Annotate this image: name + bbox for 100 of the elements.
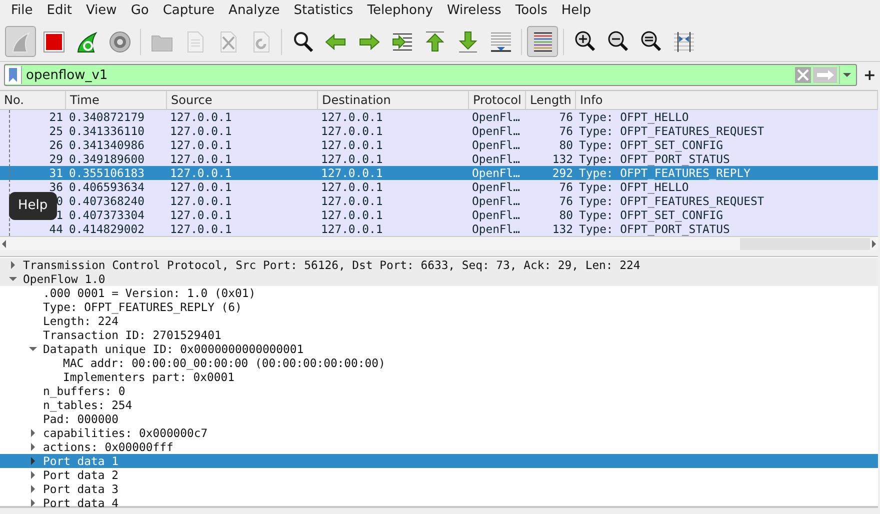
- table-cell-text: 0.341336110: [68, 124, 146, 138]
- column-header[interactable]: Info: [576, 91, 878, 109]
- menu-item[interactable]: Analyze: [222, 1, 287, 21]
- tree-item[interactable]: Type: OFPT_FEATURES_REPLY (6): [0, 300, 878, 314]
- table-cell-text: OpenFl…: [471, 110, 522, 124]
- table-cell-text: 0.349189600: [68, 152, 146, 166]
- column-header[interactable]: No.: [0, 91, 66, 109]
- column-header[interactable]: Time: [66, 91, 167, 109]
- table-cell-text: Type: OFPT_SET_CONFIG: [578, 208, 724, 222]
- tree-item[interactable]: n_buffers: 0: [0, 384, 878, 398]
- tree-item[interactable]: Port data 1: [0, 454, 878, 468]
- menu-item[interactable]: Tools: [508, 1, 554, 21]
- packet-row[interactable]: 29 0.349189600 127.0.0.1 127.0.0.1 OpenFl… 132 Type: OFPT_PORT_STATUS: [0, 152, 878, 166]
- tree-item[interactable]: Datapath unique ID: 0x0000000000000001: [0, 342, 878, 356]
- tree-item[interactable]: n_tables: 254: [0, 398, 878, 412]
- table-cell-text: OpenFl…: [471, 138, 522, 152]
- menu-item[interactable]: Go: [124, 1, 156, 21]
- resize-columns-icon: [672, 30, 696, 54]
- table-cell-text: OpenFl…: [471, 194, 522, 208]
- tree-item[interactable]: Port data 2: [0, 468, 878, 482]
- tree-item[interactable]: Length: 224: [0, 314, 878, 328]
- tree-item[interactable]: OpenFlow 1.0: [0, 272, 878, 286]
- expand-arrow-icon[interactable]: [29, 429, 37, 437]
- zoom-in-icon: [572, 30, 596, 54]
- right-arrow-icon: [815, 67, 836, 83]
- table-cell-text: Type: OFPT_SET_CONFIG: [578, 138, 724, 152]
- packet-row[interactable]: 26 0.341340986 127.0.0.1 127.0.0.1 OpenFl… 80 Type: OFPT_SET_CONFIG: [0, 138, 878, 152]
- menu-item[interactable]: Edit: [40, 1, 79, 21]
- table-cell-text: 0.340872179: [68, 110, 146, 124]
- packet-row[interactable]: 36 0.406593634 127.0.0.1 127.0.0.1 OpenFl… 76 Type: OFPT_HELLO: [0, 180, 878, 194]
- tree-item[interactable]: Implementers part: 0x0001: [0, 370, 878, 384]
- table-cell-text: 0.407368240: [68, 194, 146, 208]
- table-cell-text: 76: [558, 180, 574, 194]
- table-cell-text: OpenFl…: [471, 222, 522, 236]
- table-cell-text: 1: [55, 208, 64, 222]
- menu-item[interactable]: File: [4, 1, 40, 21]
- column-header[interactable]: Source: [167, 91, 318, 109]
- collapse-arrow-icon[interactable]: [29, 345, 37, 353]
- menu-item[interactable]: Telephony: [360, 1, 440, 21]
- table-cell-text: 25: [48, 124, 64, 138]
- table-cell-text: 76: [558, 194, 574, 208]
- stop-icon: [42, 30, 66, 54]
- table-cell-text: 0.407373304: [68, 208, 146, 222]
- tree-item[interactable]: actions: 0x00000fff: [0, 440, 878, 454]
- packet-row[interactable]: 25 0.341336110 127.0.0.1 127.0.0.1 OpenFl… 76 Type: OFPT_FEATURES_REQUEST: [0, 124, 878, 138]
- menu-item[interactable]: Wireless: [440, 1, 508, 21]
- display-filter-field[interactable]: openflow_v1: [4, 64, 858, 86]
- expand-arrow-icon[interactable]: [29, 499, 37, 507]
- table-cell-text: Type: OFPT_FEATURES_REQUEST: [578, 124, 766, 138]
- tree-item[interactable]: MAC addr: 00:00:00_00:00:00 (00:00:00:00:00:00): [0, 356, 878, 370]
- expand-arrow-icon[interactable]: [29, 485, 37, 493]
- tree-item[interactable]: Port data 4: [0, 496, 878, 510]
- input-field[interactable]: openflow_v1: [24, 66, 794, 84]
- table-cell-text: 127.0.0.1: [320, 208, 384, 222]
- table-cell-text: 127.0.0.1: [320, 166, 384, 180]
- zoom-reset-icon: [638, 30, 662, 54]
- table-cell-text: 80: [558, 138, 574, 152]
- horizontal-scrollbar[interactable]: [0, 236, 878, 250]
- add-button[interactable]: +: [863, 66, 876, 84]
- close-icon: [795, 67, 812, 83]
- table-cell-text: 44: [48, 222, 64, 236]
- tree-item[interactable]: .000 0001 = Version: 1.0 (0x01): [0, 286, 878, 300]
- right-arrow-icon: [870, 238, 878, 248]
- column-header[interactable]: Destination: [318, 91, 469, 109]
- packet-row[interactable]: 44 0.414829002 127.0.0.1 127.0.0.1 OpenFl… 132 Type: OFPT_PORT_STATUS: [0, 222, 878, 236]
- menu-item[interactable]: Help: [554, 1, 598, 21]
- expand-arrow-icon[interactable]: [29, 443, 37, 451]
- table-cell-text: 36: [48, 180, 64, 194]
- table-cell-text: Type: OFPT_FEATURES_REQUEST: [578, 194, 766, 208]
- expand-arrow-icon[interactable]: [29, 457, 37, 465]
- packet-row[interactable]: 21 0.340872179 127.0.0.1 127.0.0.1 OpenFl… 76 Type: OFPT_HELLO: [0, 110, 878, 124]
- table-cell-text: Type: OFPT_HELLO: [578, 110, 690, 124]
- column-header[interactable]: Length: [526, 91, 576, 109]
- tree-item[interactable]: Transaction ID: 2701529401: [0, 328, 878, 342]
- dropdown-caret-icon[interactable]: [843, 73, 852, 77]
- table-cell-text: 80: [558, 208, 574, 222]
- tree-item[interactable]: Pad: 000000: [0, 412, 878, 426]
- table-cell-text: 127.0.0.1: [169, 222, 233, 236]
- table-cell-text: 0.341340986: [68, 138, 146, 152]
- menu-item[interactable]: Statistics: [286, 1, 360, 21]
- gear-icon: [108, 30, 132, 54]
- table-cell-text: 127.0.0.1: [320, 222, 384, 236]
- table-cell-text: 127.0.0.1: [169, 208, 233, 222]
- tree-item[interactable]: Transmission Control Protocol, Src Port: 56126, Dst Port: 6633, Seq: 73, Ack: 29, Len: 224: [0, 258, 878, 272]
- toolbar-button[interactable]: [527, 26, 558, 57]
- table-cell-text: Type: OFPT_PORT_STATUS: [578, 222, 731, 236]
- table-cell-text: 0: [55, 194, 64, 208]
- menu-item[interactable]: View: [78, 1, 124, 21]
- tree-item[interactable]: capabilities: 0x000000c7: [0, 426, 878, 440]
- table-cell-text: 127.0.0.1: [169, 194, 233, 208]
- expand-arrow-icon[interactable]: [29, 471, 37, 479]
- expand-arrow-icon[interactable]: [9, 261, 17, 269]
- collapse-arrow-icon[interactable]: [9, 275, 17, 283]
- table-cell-text: 127.0.0.1: [320, 180, 384, 194]
- tree-item[interactable]: Port data 3: [0, 482, 878, 496]
- packet-row[interactable]: 31 0.355106183 127.0.0.1 127.0.0.1 OpenFl… 292 Type: OFPT_FEATURES_REPLY: [0, 166, 878, 180]
- menu-item[interactable]: Capture: [156, 1, 222, 21]
- column-header[interactable]: Protocol: [469, 91, 526, 109]
- table-cell-text: OpenFl…: [471, 152, 522, 166]
- bookmark-icon[interactable]: [8, 68, 18, 82]
